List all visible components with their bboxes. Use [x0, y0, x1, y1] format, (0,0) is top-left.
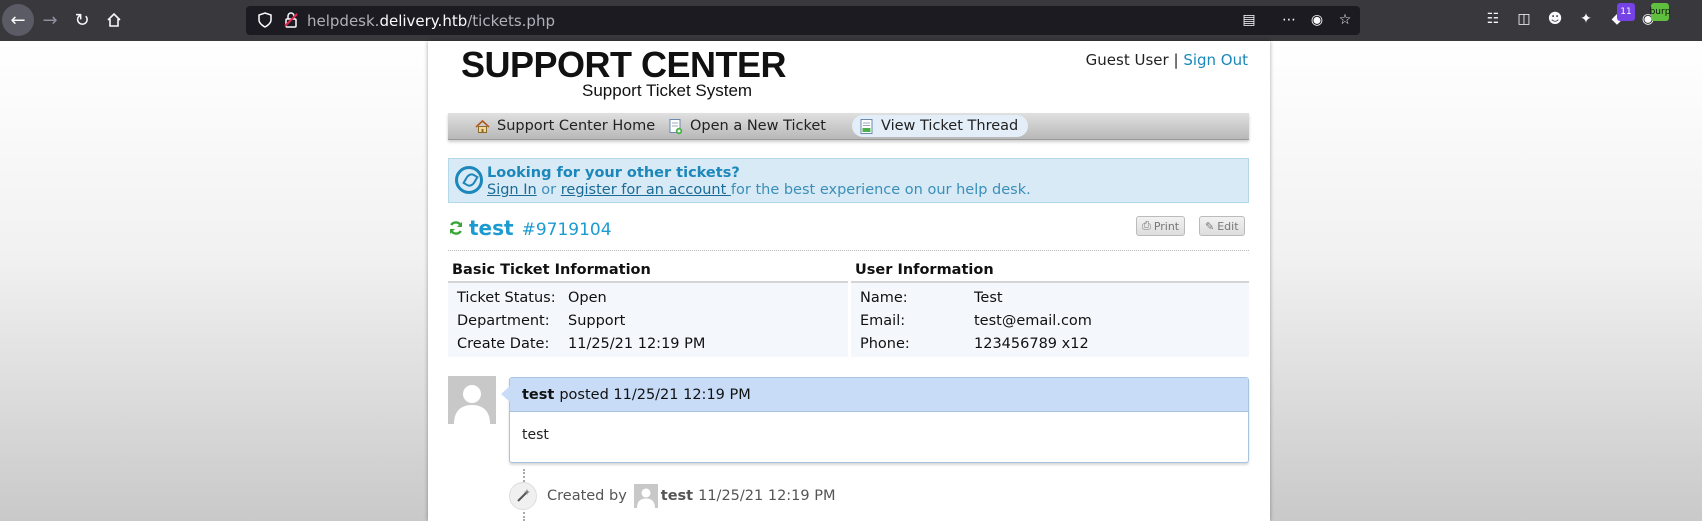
ticket-thread-icon — [860, 118, 873, 134]
refresh-icon[interactable] — [448, 220, 464, 236]
ticket-number: #9719104 — [521, 220, 612, 240]
browser-toolbar: ← → ↻ helpdesk.delivery.htb/tickets.php … — [0, 0, 1702, 41]
print-label: Print — [1153, 219, 1180, 233]
nav-view-thread[interactable]: View Ticket Thread — [852, 115, 1029, 137]
info-value: test@email.com — [974, 312, 1092, 329]
insecure-lock-icon[interactable] — [282, 11, 300, 29]
reader-view-icon[interactable]: ▤ — [1240, 11, 1258, 29]
event-avatar — [633, 484, 658, 508]
info-row: Name: Test — [851, 286, 1249, 309]
compass-icon — [455, 166, 483, 194]
edit-icon: ✎ — [1205, 219, 1215, 233]
account-icon[interactable]: ☻ — [1546, 10, 1564, 28]
info-key: Ticket Status: — [457, 289, 556, 306]
tracking-shield-icon[interactable] — [256, 11, 274, 29]
info-key: Department: — [457, 312, 550, 329]
info-value: 123456789 x12 — [974, 335, 1089, 352]
back-button[interactable]: ← — [2, 4, 34, 36]
basic-info-heading: Basic Ticket Information — [448, 259, 848, 283]
info-key: Create Date: — [457, 335, 550, 352]
print-icon: ⎙ — [1142, 219, 1151, 232]
sign-out-link[interactable]: Sign Out — [1183, 51, 1248, 69]
url-text[interactable]: helpdesk.delivery.htb/tickets.php — [307, 12, 555, 30]
info-row: Email: test@email.com — [851, 309, 1249, 332]
more-actions-icon[interactable]: ⋯ — [1280, 11, 1298, 29]
sidebar-icon[interactable]: ◫ — [1515, 10, 1533, 28]
info-key: Name: — [860, 289, 908, 306]
nav-label: View Ticket Thread — [881, 118, 1019, 134]
info-value: Open — [568, 289, 607, 306]
info-value: 11/25/21 12:19 PM — [568, 335, 706, 352]
reload-button[interactable]: ↻ — [66, 4, 98, 36]
home-button[interactable] — [98, 4, 130, 36]
pocket-icon[interactable]: ◉ — [1308, 11, 1326, 29]
home-icon — [475, 119, 490, 133]
entry-body: test — [522, 427, 549, 443]
event-user: test — [660, 488, 694, 504]
info-row: Create Date: 11/25/21 12:19 PM — [448, 332, 848, 355]
burp-label: burp — [1650, 3, 1670, 21]
avatar-icon — [454, 385, 490, 424]
new-ticket-icon — [669, 118, 683, 134]
library-icon[interactable]: ☷ — [1484, 10, 1502, 28]
info-value: Support — [568, 312, 626, 329]
basic-info-table: Basic Ticket Information Ticket Status: O… — [448, 259, 848, 357]
user-box: Guest User | Sign Out — [1086, 51, 1248, 69]
banner-text: Sign In or register for an account for t… — [487, 182, 1031, 198]
page-container: SUPPORT CENTER Support Ticket System Gue… — [428, 41, 1270, 521]
ticket-title: test #9719104 — [448, 216, 612, 240]
nav-open-ticket[interactable]: Open a New Ticket — [661, 115, 836, 137]
nav-support-home[interactable]: Support Center Home — [468, 115, 665, 137]
extension-icon[interactable]: ✦ — [1577, 10, 1595, 28]
info-key: Phone: — [860, 335, 910, 352]
event-prefix: Created by — [547, 488, 627, 504]
entry-author: test — [522, 386, 555, 403]
nav-label: Support Center Home — [497, 118, 656, 134]
sign-in-link[interactable]: Sign In — [487, 182, 537, 198]
info-key: Email: — [860, 312, 906, 329]
banner-title: Looking for your other tickets? — [487, 165, 740, 181]
info-banner: Looking for your other tickets? Sign In … — [448, 158, 1249, 203]
avatar — [448, 376, 496, 424]
thread-entry: test posted 11/25/21 12:19 PM test — [501, 377, 1249, 463]
print-button[interactable]: ⎙ Print — [1136, 216, 1186, 236]
avatar-icon — [636, 488, 655, 508]
info-row: Ticket Status: Open — [448, 286, 848, 309]
edit-button[interactable]: ✎ Edit — [1199, 216, 1245, 236]
entry-header: test posted 11/25/21 12:19 PM — [510, 378, 1248, 412]
user-info-table: User Information Name: Test Email: test@em… — [851, 259, 1249, 357]
separator: | — [1173, 51, 1179, 69]
nav-label: Open a New Ticket — [690, 118, 826, 134]
info-value: Test — [974, 289, 1003, 306]
banner-or: or — [536, 182, 561, 198]
url-bar[interactable]: helpdesk.delivery.htb/tickets.php ▤ ⋯ ◉ … — [246, 6, 1360, 35]
entry-pointer — [501, 386, 510, 402]
info-row: Department: Support — [448, 309, 848, 332]
event-time: 11/25/21 12:19 PM — [698, 488, 836, 504]
forward-button[interactable]: → — [34, 4, 66, 36]
bookmark-star-icon[interactable]: ☆ — [1336, 11, 1354, 29]
home-icon — [107, 12, 121, 27]
burp-extension-icon[interactable]: ◉ burp — [1639, 3, 1670, 28]
ticket-subject: test — [469, 216, 514, 240]
user-info-heading: User Information — [851, 259, 1249, 283]
edit-label: Edit — [1217, 219, 1239, 233]
logo-title: SUPPORT CENTER — [461, 44, 787, 85]
badge-count: 11 — [1617, 3, 1635, 21]
register-link[interactable]: register for an account — [561, 182, 731, 198]
info-row: Phone: 123456789 x12 — [851, 332, 1249, 355]
thread-event: Created by test 11/25/21 12:19 PM — [509, 481, 836, 511]
guest-user-label: Guest User — [1085, 51, 1169, 69]
divider — [448, 250, 1249, 251]
site-logo[interactable]: SUPPORT CENTER Support Ticket System — [461, 44, 787, 100]
magic-wand-icon — [509, 482, 537, 510]
entry-posted: posted 11/25/21 12:19 PM — [559, 386, 751, 403]
main-nav: Support Center Home Open a New Ticket Vi… — [448, 113, 1249, 140]
banner-rest: for the best experience on our help desk… — [730, 182, 1031, 198]
extension-badge-icon[interactable]: ◆11 — [1608, 3, 1635, 28]
